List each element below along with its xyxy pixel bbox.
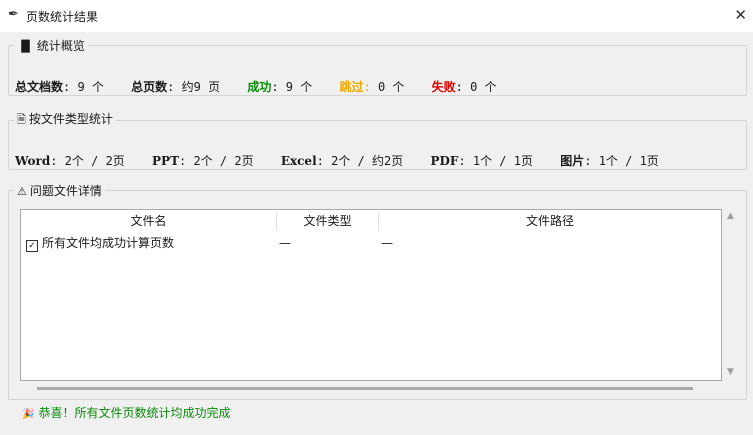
bar-chart-icon: ▐▌ [17,40,34,53]
status-message: 🎉 恭喜！所有文件页数统计均成功完成 [22,406,231,420]
overview-group: ▐▌ 统计概览 总文档数: 9 个 总页数: 约9 页 成功: 9 个 跳过: 0… [8,37,747,96]
failed-label: 失败 [431,80,456,94]
type-word-value: 2个 / 2页 [64,154,125,168]
skipped-value: 0 个 [377,80,405,94]
skipped-label: 跳过 [339,80,364,94]
total-docs-value: 9 个 [77,80,104,94]
type-excel-value: 2个 / 约2页 [331,154,404,168]
success-value: 9 个 [285,80,313,94]
type-ppt-value: 2个 / 2页 [193,154,254,168]
column-header-filetype[interactable]: 文件类型 [277,210,378,232]
by-type-row: Word: 2个 / 2页 PPT: 2个 / 2页 Excel: 2个 / 约… [15,154,659,168]
vertical-scrollbar[interactable]: ▲ ▼ [722,209,742,379]
type-excel-label: Excel [280,154,317,168]
overview-row: 总文档数: 9 个 总页数: 约9 页 成功: 9 个 跳过: 0 个 失败: … [15,80,497,94]
feather-icon: ✒ [8,7,19,22]
column-header-filepath[interactable]: 文件路径 [379,210,721,232]
scroll-up-icon[interactable]: ▲ [727,211,734,221]
total-pages-value: 约9 页 [181,80,221,94]
party-icon: 🎉 [22,409,35,420]
table-row[interactable]: ✓ 所有文件均成功计算页数 — — [21,234,721,252]
failed-value: 0 个 [470,80,497,94]
success-label: 成功 [247,80,272,94]
checkbox-icon[interactable]: ✓ [26,240,38,252]
horizontal-scrollbar[interactable] [37,387,693,390]
issues-table[interactable]: 文件名 文件类型 文件路径 ✓ 所有文件均成功计算页数 — — [20,209,722,381]
title-bar: ✒ 页数统计结果 ✕ [0,0,753,32]
by-type-group: 🗎 按文件类型统计 Word: 2个 / 2页 PPT: 2个 / 2页 Exce… [8,110,747,170]
type-pdf-label: PDF [430,154,459,168]
total-docs-label: 总文档数 [15,80,64,94]
window-title: 页数统计结果 [26,10,99,24]
type-word-label: Word [15,154,51,168]
type-pdf-value: 1个 / 1页 [472,154,533,168]
column-header-filename[interactable]: 文件名 [21,210,276,232]
document-icon: 🗎 [17,113,26,126]
type-image-value: 1个 / 1页 [598,154,659,168]
type-ppt-label: PPT [152,154,180,168]
close-button[interactable]: ✕ [734,6,747,24]
issues-legend: ⚠ 问题文件详情 [17,184,102,198]
total-pages-label: 总页数 [131,80,168,94]
scroll-down-icon[interactable]: ▼ [727,367,734,377]
warning-icon: ⚠ [17,185,27,198]
row-filepath: — [381,236,393,250]
row-filetype: — [279,236,291,250]
type-image-label: 图片 [560,154,585,168]
overview-legend: ▐▌ 统计概览 [17,39,85,53]
row-filename: ✓ 所有文件均成功计算页数 [26,234,174,252]
by-type-legend: 🗎 按文件类型统计 [17,112,113,126]
table-header: 文件名 文件类型 文件路径 [21,210,721,232]
